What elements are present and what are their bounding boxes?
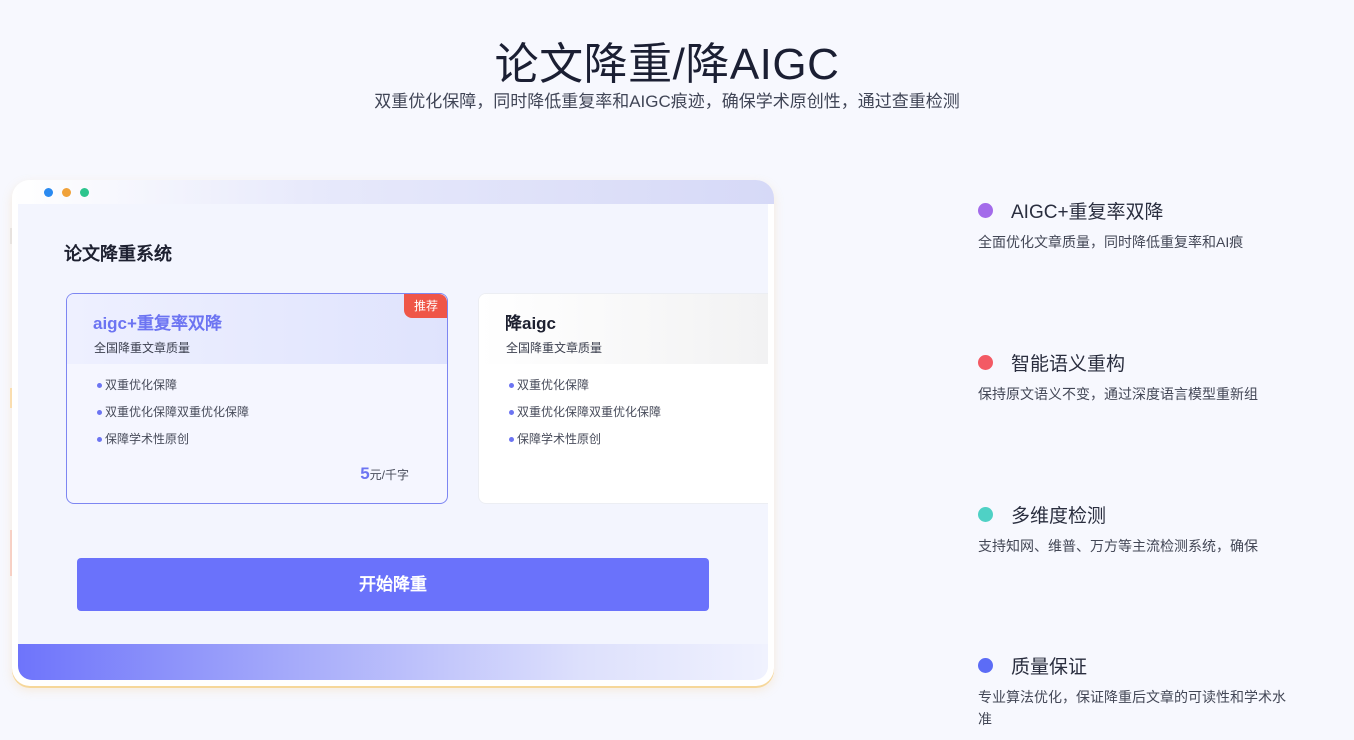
plan-card-header: aigc+重复率双降 全国降重文章质量 [67,294,447,364]
feature-description: 专业算法优化，保证降重后文章的可读性和学术水准 [978,689,1286,727]
plan-feature-item: 双重优化保障双重优化保障 [509,405,661,432]
plan-name: 降aigc [505,314,557,333]
window-dot-green [80,188,89,197]
feature-title: AIGC+重复率双降 [1011,202,1164,223]
dot-icon [978,355,993,370]
plan-name: aigc+重复率双降 [93,314,222,333]
plan-feature-item: 双重优化保障双重优化保障 [97,405,249,432]
bullet-icon [97,410,102,415]
plan-price: 5元/千字 [360,464,409,484]
recommend-badge: 推荐 [403,294,447,318]
feature-title: 智能语义重构 [1011,354,1126,375]
window-dot-blue [44,188,53,197]
system-heading: 论文降重系统 [64,244,172,264]
feature-title: 质量保证 [1011,657,1088,678]
plan-card-header: 降aigc 全国降重文章质量 [479,294,768,364]
bullet-icon [509,437,514,442]
page-subtitle: 双重优化保障，同时降低重复率和AIGC痕迹，确保学术原创性，通过查重检测 [374,92,960,111]
price-unit: 元/千字 [369,468,409,482]
plan-card-aigc[interactable]: 降aigc 全国降重文章质量 双重优化保障 双重优化保障双重优化保障 保障学术性… [478,293,768,504]
plan-feature-list: 双重优化保障 双重优化保障双重优化保障 保障学术性原创 [97,378,249,459]
feature-description: 保持原文语义不变，通过深度语言模型重新组 [978,386,1258,402]
app-window: 论文降重系统 aigc+重复率双降 全国降重文章质量 推荐 双重优化保障 双重优… [12,180,774,686]
price-number: 5 [360,464,370,483]
feature-description: 支持知网、维普、万方等主流检测系统，确保 [978,538,1258,554]
bullet-icon [509,383,514,388]
dot-icon [978,507,993,522]
plan-description: 全国降重文章质量 [94,341,191,355]
plan-feature-item: 双重优化保障 [509,378,661,405]
feature-description: 全面优化文章质量，同时降低重复率和AI痕 [978,234,1244,250]
page-title: 论文降重/降AIGC [494,40,840,89]
window-titlebar [12,180,774,204]
bullet-icon [509,410,514,415]
window-body: 论文降重系统 aigc+重复率双降 全国降重文章质量 推荐 双重优化保障 双重优… [18,204,768,680]
bullet-icon [97,437,102,442]
bullet-icon [97,383,102,388]
start-reduce-button[interactable]: 开始降重 [77,558,709,611]
dot-icon [978,658,993,673]
plan-feature-list: 双重优化保障 双重优化保障双重优化保障 保障学术性原创 [509,378,661,459]
feature-title: 多维度检测 [1011,506,1107,527]
plan-feature-item: 保障学术性原创 [509,432,661,459]
dot-icon [978,203,993,218]
window-dot-orange [62,188,71,197]
plan-card-aigc-dual[interactable]: aigc+重复率双降 全国降重文章质量 推荐 双重优化保障 双重优化保障双重优化… [66,293,448,504]
plan-feature-item: 保障学术性原创 [97,432,249,459]
plan-feature-item: 双重优化保障 [97,378,249,405]
window-bottom-gradient [18,644,768,680]
plan-description: 全国降重文章质量 [506,341,603,355]
